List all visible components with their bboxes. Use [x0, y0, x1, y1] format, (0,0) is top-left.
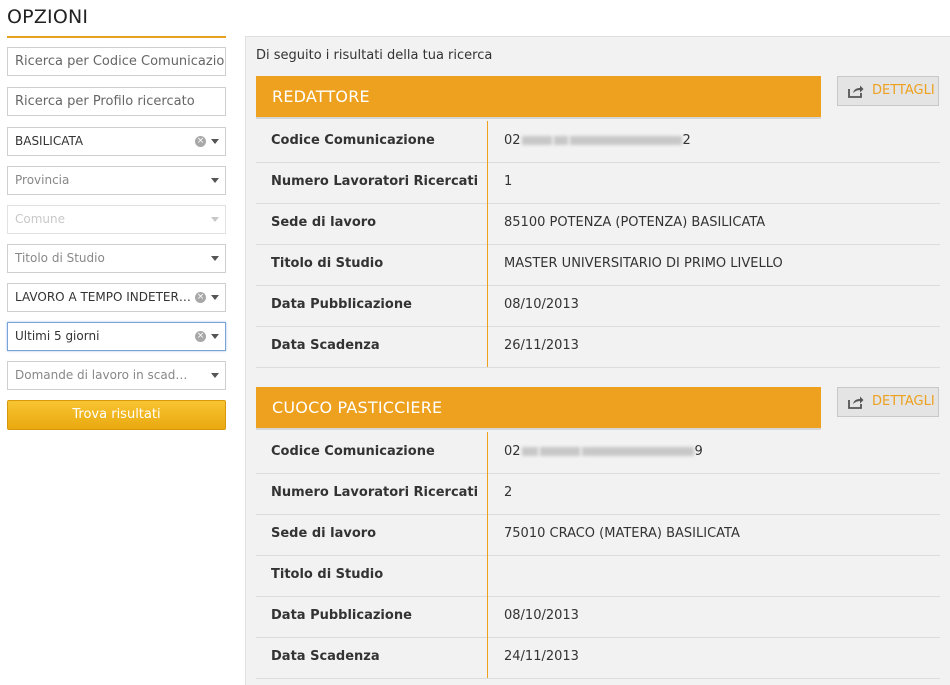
- details-label: DETTAGLI: [872, 83, 935, 98]
- tipo-contratto-select[interactable]: LAVORO A TEMPO INDETERMINATO ×: [7, 283, 226, 312]
- tipo-contratto-value: LAVORO A TEMPO INDETERMINATO: [15, 290, 193, 304]
- redacted-text: [521, 447, 538, 456]
- share-icon: [848, 396, 864, 409]
- codice-suffix: 2: [682, 133, 691, 148]
- row-label: Titolo di Studio: [271, 256, 384, 271]
- table-row: Codice Comunicazione 02 9: [256, 432, 940, 474]
- redacted-text: [581, 447, 694, 456]
- row-label: Numero Lavoratori Ricercati: [271, 485, 479, 500]
- row-value: 1: [504, 174, 513, 189]
- result-header: REDATTORE: [256, 76, 821, 119]
- row-divider: [487, 555, 488, 596]
- redacted-text: [521, 136, 552, 145]
- row-label: Data Scadenza: [271, 649, 380, 664]
- table-row: Data Scadenza 24/11/2013: [256, 637, 940, 679]
- row-divider: [487, 244, 488, 285]
- row-divider: [487, 121, 488, 162]
- table-row: Codice Comunicazione 02 2: [256, 121, 940, 163]
- periodo-select[interactable]: Ultimi 5 giorni ×: [7, 322, 226, 351]
- search-code-input[interactable]: Ricerca per Codice Comunicazione: [7, 47, 226, 76]
- row-divider: [487, 473, 488, 514]
- row-value: MASTER UNIVERSITARIO DI PRIMO LIVELLO: [504, 256, 783, 271]
- chevron-down-icon[interactable]: [211, 295, 219, 300]
- search-profile-input[interactable]: Ricerca per Profilo ricercato: [7, 87, 226, 116]
- table-row: Titolo di Studio MASTER UNIVERSITARIO DI…: [256, 244, 940, 286]
- table-row: Data Scadenza 26/11/2013: [256, 326, 940, 368]
- chevron-down-icon[interactable]: [211, 139, 219, 144]
- chevron-down-icon[interactable]: [211, 178, 219, 183]
- row-value: 2: [504, 485, 513, 500]
- redacted-text: [539, 447, 580, 456]
- chevron-down-icon[interactable]: [211, 373, 219, 378]
- regione-select[interactable]: BASILICATA ×: [7, 127, 226, 156]
- codice-prefix: 02: [504, 444, 521, 459]
- table-row: Titolo di Studio: [256, 555, 940, 597]
- details-button[interactable]: DETTAGLI: [837, 387, 939, 417]
- chevron-down-icon[interactable]: [211, 256, 219, 261]
- scadenza-select[interactable]: Domande di lavoro in scadenza: [7, 361, 226, 390]
- codice-suffix: 9: [694, 444, 703, 459]
- row-value: 75010 CRACO (MATERA) BASILICATA: [504, 526, 740, 541]
- row-divider: [487, 326, 488, 367]
- clear-icon[interactable]: ×: [195, 331, 206, 342]
- row-label: Codice Comunicazione: [271, 133, 435, 148]
- row-value: 02 9: [504, 432, 703, 472]
- row-value: 02 2: [504, 121, 691, 161]
- row-label: Data Pubblicazione: [271, 297, 412, 312]
- row-label: Sede di lavoro: [271, 215, 377, 230]
- row-divider: [487, 162, 488, 203]
- row-label: Codice Comunicazione: [271, 444, 435, 459]
- row-label: Numero Lavoratori Ricercati: [271, 174, 479, 189]
- titolo-studio-select[interactable]: Titolo di Studio: [7, 244, 226, 273]
- row-divider: [487, 432, 488, 473]
- result-header: CUOCO PASTICCIERE: [256, 387, 821, 430]
- row-label: Sede di lavoro: [271, 526, 377, 541]
- scadenza-placeholder: Domande di lavoro in scadenza: [15, 368, 193, 382]
- provincia-placeholder: Provincia: [15, 173, 70, 187]
- table-row: Data Pubblicazione 08/10/2013: [256, 285, 940, 327]
- table-row: Sede di lavoro 75010 CRACO (MATERA) BASI…: [256, 514, 940, 556]
- row-divider: [487, 514, 488, 555]
- options-sidebar: OPZIONI Ricerca per Codice Comunicazione…: [0, 0, 236, 684]
- table-row: Numero Lavoratori Ricercati 2: [256, 473, 940, 515]
- results-intro: Di seguito i risultati della tua ricerca: [256, 48, 493, 63]
- titolo-studio-placeholder: Titolo di Studio: [15, 251, 105, 265]
- row-label: Data Scadenza: [271, 338, 380, 353]
- comune-placeholder: Comune: [15, 212, 66, 226]
- provincia-select[interactable]: Provincia: [7, 166, 226, 195]
- chevron-down-icon[interactable]: [211, 334, 219, 339]
- result-title: REDATTORE: [272, 87, 370, 106]
- row-value: 26/11/2013: [504, 338, 579, 353]
- table-row: Sede di lavoro 85100 POTENZA (POTENZA) B…: [256, 203, 940, 245]
- share-icon: [848, 85, 864, 98]
- row-value: 08/10/2013: [504, 608, 579, 623]
- table-row: Data Pubblicazione 08/10/2013: [256, 596, 940, 638]
- results-panel: Di seguito i risultati della tua ricerca…: [245, 36, 950, 685]
- comune-select: Comune: [7, 205, 226, 234]
- sidebar-title: OPZIONI: [7, 6, 226, 38]
- redacted-text: [553, 136, 568, 145]
- row-divider: [487, 285, 488, 326]
- redacted-text: [569, 136, 682, 145]
- chevron-down-icon: [211, 217, 219, 222]
- regione-value: BASILICATA: [15, 134, 84, 148]
- row-divider: [487, 637, 488, 678]
- codice-prefix: 02: [504, 133, 521, 148]
- clear-icon[interactable]: ×: [195, 292, 206, 303]
- table-row: Numero Lavoratori Ricercati 1: [256, 162, 940, 204]
- row-value: 08/10/2013: [504, 297, 579, 312]
- details-label: DETTAGLI: [872, 394, 935, 409]
- periodo-value: Ultimi 5 giorni: [15, 329, 100, 343]
- clear-icon[interactable]: ×: [195, 136, 206, 147]
- result-title: CUOCO PASTICCIERE: [272, 398, 443, 417]
- row-value: 24/11/2013: [504, 649, 579, 664]
- row-label: Data Pubblicazione: [271, 608, 412, 623]
- row-divider: [487, 596, 488, 637]
- row-divider: [487, 203, 488, 244]
- search-button[interactable]: Trova risultati: [7, 400, 226, 430]
- details-button[interactable]: DETTAGLI: [837, 76, 939, 106]
- row-label: Titolo di Studio: [271, 567, 384, 582]
- row-value: 85100 POTENZA (POTENZA) BASILICATA: [504, 215, 766, 230]
